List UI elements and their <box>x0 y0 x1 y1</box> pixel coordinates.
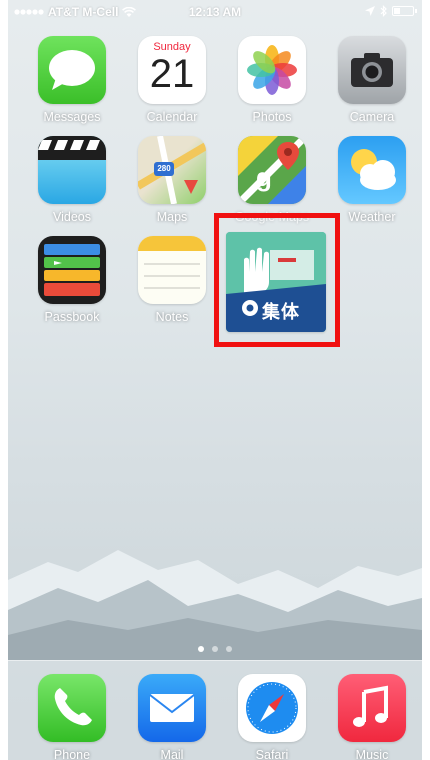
app-google-maps[interactable]: g Google Maps <box>235 136 309 224</box>
camera-icon <box>338 36 406 104</box>
app-label: Videos <box>53 210 91 224</box>
home-screen: AT&T M-Cell 12:13 AM Messages Sunday 21 … <box>8 0 422 760</box>
status-bar: AT&T M-Cell 12:13 AM <box>8 0 422 24</box>
mail-icon <box>138 674 206 742</box>
photos-icon <box>238 36 306 104</box>
calendar-day: 21 <box>149 52 195 96</box>
weather-icon <box>338 136 406 204</box>
google-maps-icon: g <box>238 136 306 204</box>
app-label: Notes <box>155 310 189 324</box>
app-weather[interactable]: Weather <box>338 136 406 224</box>
app-label: Calendar <box>146 110 198 124</box>
page-dot <box>198 646 204 652</box>
dock: Phone Mail Safari Music <box>8 660 422 760</box>
music-icon <box>338 674 406 742</box>
app-label: Photos <box>252 110 292 124</box>
app-label: Safari <box>255 748 289 760</box>
location-arrow-icon <box>365 6 375 16</box>
dock-app-phone[interactable]: Phone <box>38 674 106 760</box>
phone-icon <box>38 674 106 742</box>
dock-app-mail[interactable]: Mail <box>138 674 206 760</box>
app-label: Passbook <box>44 310 100 324</box>
status-right <box>365 5 417 17</box>
battery-icon <box>392 6 417 16</box>
app-label: Mail <box>160 748 184 760</box>
bluetooth-icon <box>380 5 387 17</box>
app-maps[interactable]: 280 Maps <box>138 136 206 224</box>
wallpaper-mountains <box>8 550 422 660</box>
safari-icon <box>238 674 306 742</box>
maps-icon: 280 <box>138 136 206 204</box>
notes-icon <box>138 236 206 304</box>
app-calendar[interactable]: Sunday 21 Calendar <box>138 36 206 124</box>
app-label: Phone <box>53 748 91 760</box>
page-indicator[interactable] <box>8 646 422 652</box>
messages-icon <box>38 36 106 104</box>
app-passbook[interactable]: Passbook <box>38 236 106 324</box>
calendar-icon: Sunday 21 <box>138 36 206 104</box>
app-label: Camera <box>349 110 395 124</box>
app-notes[interactable]: Notes <box>138 236 206 324</box>
app-photos[interactable]: Photos <box>238 36 306 124</box>
app-label: Messages <box>43 110 101 124</box>
app-messages[interactable]: Messages <box>38 36 106 124</box>
page-dot <box>212 646 218 652</box>
svg-text:g: g <box>256 162 272 192</box>
status-time: 12:13 AM <box>188 5 242 19</box>
dock-app-safari[interactable]: Safari <box>238 674 306 760</box>
page-dot <box>226 646 232 652</box>
dock-app-music[interactable]: Music <box>338 674 406 760</box>
app-label: Maps <box>156 210 188 224</box>
highlight-box <box>214 213 340 347</box>
videos-icon <box>38 136 106 204</box>
app-camera[interactable]: Camera <box>338 36 406 124</box>
app-label: Music <box>355 748 389 760</box>
app-videos[interactable]: Videos <box>38 136 106 224</box>
passbook-icon <box>38 236 106 304</box>
maps-road-sign: 280 <box>157 164 171 173</box>
